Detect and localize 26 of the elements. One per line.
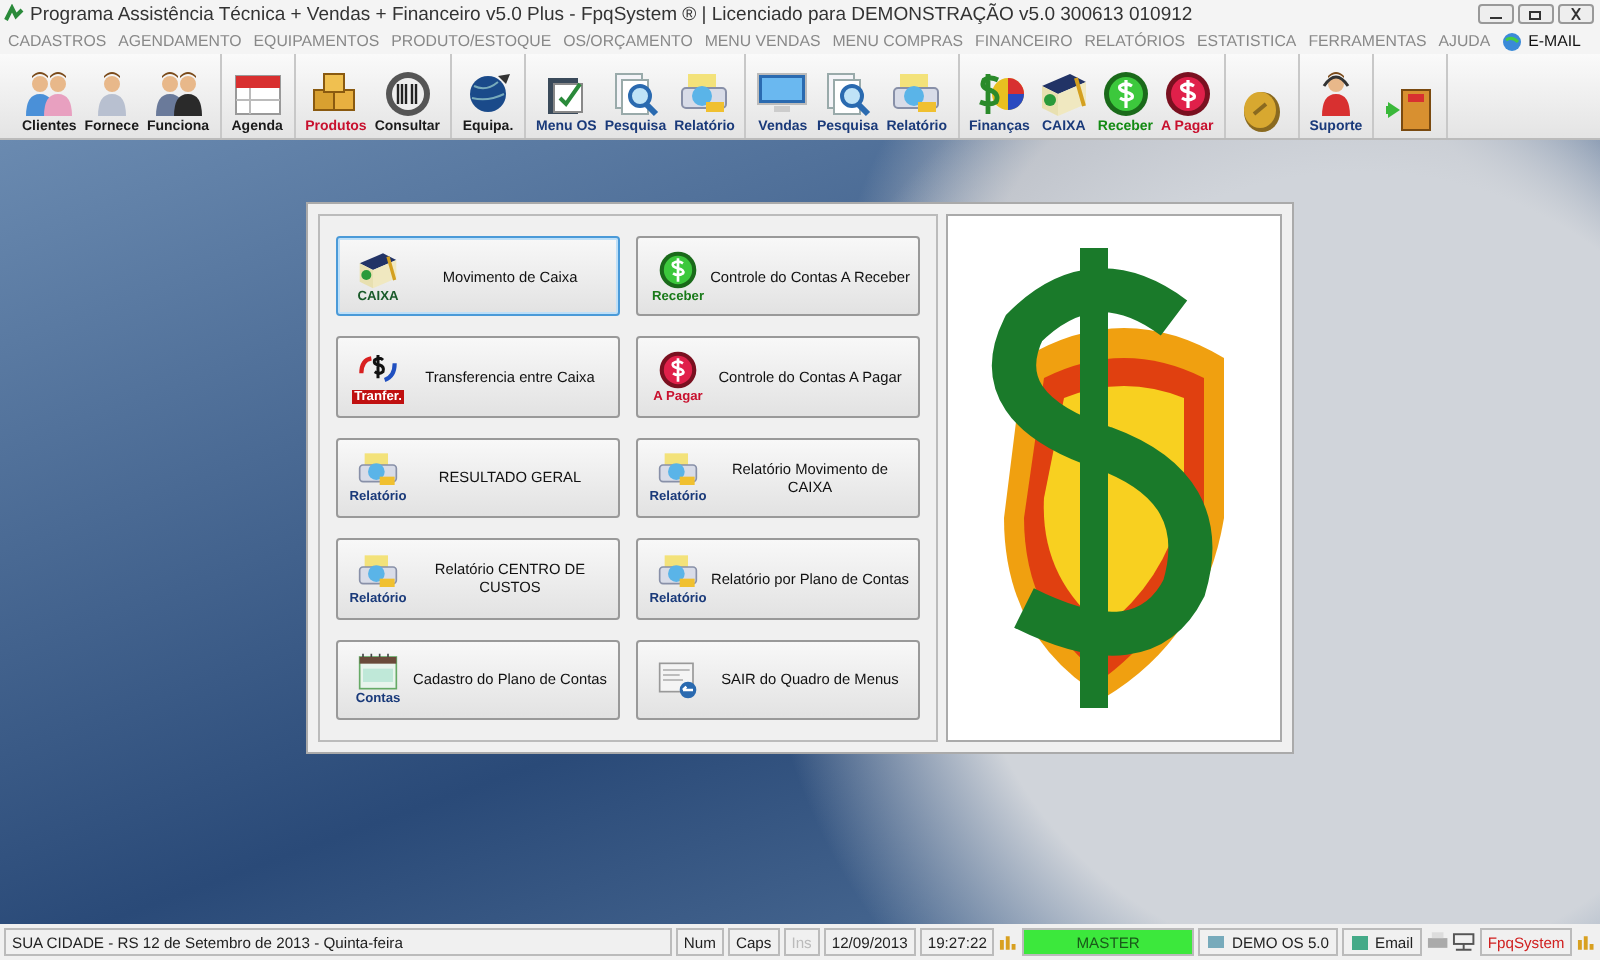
chart-icon [998, 932, 1019, 952]
dollar-coin-icon [1099, 70, 1152, 118]
dollar-coin-icon [1161, 70, 1214, 118]
magnifier-icon [821, 70, 874, 118]
chart-icon [1576, 932, 1596, 952]
close-icon [1568, 8, 1584, 20]
window-title: Programa Assistência Técnica + Vendas + Financeiro v5.0 Plus - FpqSystem ® | Licenciado para DEMONSTRAÇÃO v5.0 300613 010912 [30, 3, 1195, 25]
network-icon[interactable] [1452, 932, 1476, 952]
dollar-chart-icon [973, 70, 1026, 118]
globe-icon [1502, 31, 1523, 51]
monitor-icon [756, 70, 809, 118]
restore-button[interactable] [1518, 4, 1554, 24]
barcode-icon [381, 70, 434, 118]
app-logo-icon [4, 4, 24, 24]
people-icon [23, 70, 76, 118]
dollar-coin-icon [654, 350, 702, 391]
exit-door-icon [1384, 86, 1437, 134]
window-arrow-icon [654, 659, 702, 700]
restore-icon [1528, 8, 1544, 20]
dollar-coin-icon [654, 249, 702, 290]
magnifier-icon [609, 70, 662, 118]
calendar-icon [354, 652, 402, 693]
man-woman-icon [152, 70, 205, 118]
minimize-button[interactable] [1478, 4, 1514, 24]
calendar-icon [231, 70, 284, 118]
close-button[interactable] [1558, 4, 1594, 24]
